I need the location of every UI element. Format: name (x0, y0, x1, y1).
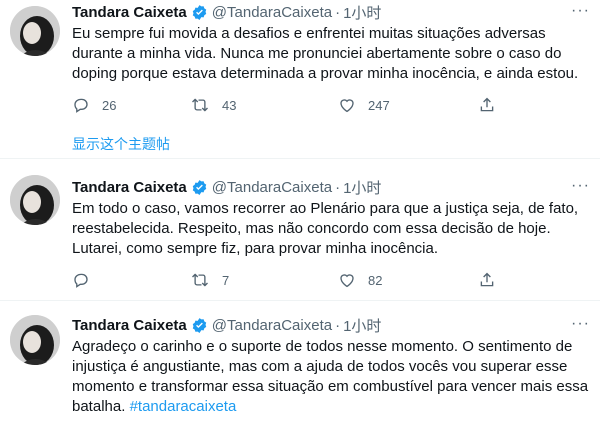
more-options-icon[interactable]: ··· (571, 2, 590, 20)
share-button[interactable] (478, 96, 496, 114)
timestamp[interactable]: 1小时 (343, 315, 381, 336)
tweet-feed: Tandara Caixeta @TandaraCaixeta · 1小时 ··… (0, 0, 600, 426)
reply-button[interactable] (72, 271, 102, 289)
tweet-actions: 26 43 247 (72, 96, 532, 118)
avatar[interactable] (10, 6, 60, 56)
tweet-text: Eu sempre fui movida a desafios e enfren… (72, 25, 579, 82)
timestamp[interactable]: 1小时 (343, 177, 381, 198)
tweet-1[interactable]: Tandara Caixeta @TandaraCaixeta · 1小时 ··… (0, 0, 600, 158)
like-icon (338, 96, 356, 114)
separator: · (335, 316, 341, 334)
reply-icon (72, 96, 90, 114)
separator: · (335, 3, 341, 21)
share-button[interactable] (478, 271, 496, 289)
author-handle[interactable]: @TandaraCaixeta (212, 4, 332, 21)
hashtag-link[interactable]: #tandaracaixeta (130, 398, 237, 415)
more-options-icon[interactable]: ··· (571, 177, 590, 195)
like-button[interactable]: 82 (338, 271, 382, 289)
tweet-3[interactable]: Tandara Caixeta @TandaraCaixeta · 1小时 ··… (0, 300, 600, 427)
reply-button[interactable]: 26 (72, 96, 116, 114)
like-icon (338, 271, 356, 289)
retweet-button[interactable]: 7 (190, 271, 229, 289)
like-count: 82 (368, 272, 383, 288)
verified-badge-icon (191, 4, 208, 21)
author-name[interactable]: Tandara Caixeta (72, 317, 187, 334)
tweet-text: Em todo o caso, vamos recorrer ao Plenár… (72, 200, 579, 257)
tweet-2[interactable]: Tandara Caixeta @TandaraCaixeta · 1小时 ··… (0, 158, 600, 301)
verified-badge-icon (191, 317, 208, 334)
retweet-button[interactable]: 43 (190, 96, 236, 114)
show-thread-link[interactable]: 显示这个主题帖 (72, 134, 170, 154)
tweet-header: Tandara Caixeta @TandaraCaixeta · 1小时 ··… (72, 315, 590, 335)
retweet-count: 7 (222, 272, 230, 288)
like-count: 247 (368, 97, 390, 113)
like-button[interactable]: 247 (338, 96, 390, 114)
retweet-icon (190, 96, 210, 114)
timestamp[interactable]: 1小时 (343, 2, 381, 23)
author-name[interactable]: Tandara Caixeta (72, 4, 187, 21)
tweet-header: Tandara Caixeta @TandaraCaixeta · 1小时 ··… (72, 2, 590, 22)
retweet-count: 43 (222, 97, 237, 113)
more-options-icon[interactable]: ··· (571, 315, 590, 333)
separator: · (335, 178, 341, 196)
author-name[interactable]: Tandara Caixeta (72, 179, 187, 196)
tweet-header: Tandara Caixeta @TandaraCaixeta · 1小时 ··… (72, 177, 590, 197)
tweet-actions: 7 82 (72, 271, 532, 293)
avatar[interactable] (10, 315, 60, 365)
author-handle[interactable]: @TandaraCaixeta (212, 317, 332, 334)
reply-icon (72, 271, 90, 289)
retweet-icon (190, 271, 210, 289)
share-icon (478, 271, 496, 289)
avatar[interactable] (10, 175, 60, 225)
tweet-text: Agradeço o carinho e o suporte de todos … (72, 337, 590, 417)
verified-badge-icon (191, 179, 208, 196)
reply-count: 26 (102, 97, 117, 113)
author-handle[interactable]: @TandaraCaixeta (212, 179, 332, 196)
share-icon (478, 96, 496, 114)
